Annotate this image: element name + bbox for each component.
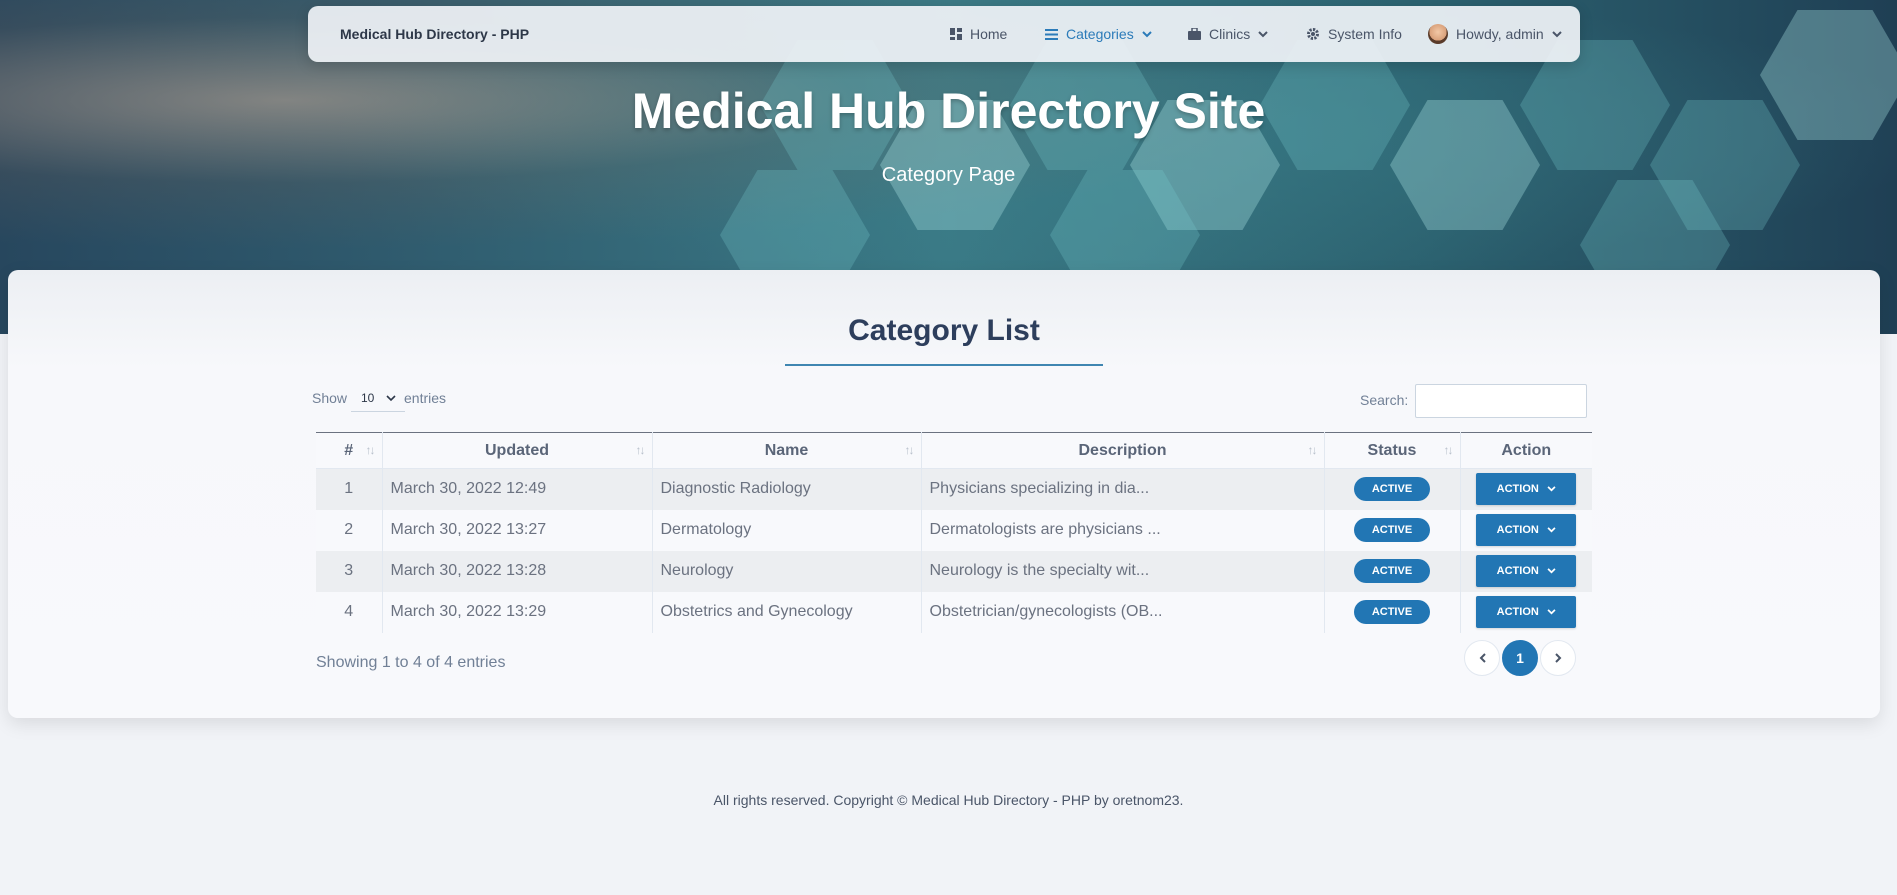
cell-description: Neurology is the specialty wit... [921, 550, 1325, 592]
cell-status: ACTIVE [1324, 550, 1461, 592]
table-info: Showing 1 to 4 of 4 entries [316, 654, 506, 671]
footer-copyright: All rights reserved. Copyright © Medical… [713, 792, 1184, 808]
search-label: Search: [1360, 392, 1409, 408]
status-badge: ACTIVE [1354, 559, 1430, 583]
next-page-button[interactable] [1540, 640, 1576, 676]
table-row: 3 March 30, 2022 13:28 Neurology Neurolo… [316, 550, 1592, 592]
list-icon [1045, 28, 1058, 40]
chevron-down-icon [1547, 606, 1556, 618]
cell-num: 2 [316, 509, 383, 551]
action-dropdown-button[interactable]: ACTION [1476, 596, 1577, 628]
category-card: Category List Show 10 entries Search: # … [8, 270, 1880, 718]
cell-action: ACTION [1460, 550, 1592, 592]
nav-categories-label: Categories [1066, 26, 1134, 42]
search-input[interactable] [1415, 384, 1587, 418]
cell-updated: March 30, 2022 12:49 [382, 468, 653, 510]
nav-categories[interactable]: Categories [1045, 24, 1152, 44]
cell-updated: March 30, 2022 13:28 [382, 550, 653, 592]
cell-num: 3 [316, 550, 383, 592]
chevron-down-icon [1141, 30, 1152, 38]
category-table: # ↑↓ Updated ↑↓ Name ↑↓ Description ↑↓ S… [316, 432, 1592, 633]
chevron-down-icon [1547, 565, 1556, 577]
cell-description: Physicians specializing in dia... [921, 468, 1325, 510]
status-badge: ACTIVE [1354, 600, 1430, 624]
prev-page-button[interactable] [1464, 640, 1500, 676]
action-dropdown-button[interactable]: ACTION [1476, 555, 1577, 587]
table-row: 1 March 30, 2022 12:49 Diagnostic Radiol… [316, 468, 1592, 510]
page-title: Category List [848, 314, 1040, 347]
cell-name: Neurology [652, 550, 922, 592]
top-navbar: Medical Hub Directory - PHP Home Categor… [308, 6, 1580, 62]
table-row: 4 March 30, 2022 13:29 Obstetrics and Gy… [316, 591, 1592, 633]
brand-link[interactable]: Medical Hub Directory - PHP [340, 26, 529, 42]
title-divider [785, 364, 1103, 366]
user-menu[interactable]: Howdy, admin [1428, 24, 1562, 44]
chevron-down-icon [1551, 30, 1562, 38]
column-header-updated[interactable]: Updated ↑↓ [382, 432, 653, 469]
chevron-left-icon [1479, 650, 1486, 666]
column-header-name[interactable]: Name ↑↓ [652, 432, 922, 469]
nav-home-label: Home [970, 26, 1008, 42]
cell-status: ACTIVE [1324, 468, 1461, 510]
cell-action: ACTION [1460, 468, 1592, 510]
sort-icon: ↑↓ [1307, 443, 1318, 457]
column-header-description[interactable]: Description ↑↓ [921, 432, 1325, 469]
page-1-button[interactable]: 1 [1502, 640, 1538, 676]
status-badge: ACTIVE [1354, 477, 1430, 502]
show-label: Show [312, 390, 348, 406]
cell-status: ACTIVE [1324, 509, 1461, 551]
hero-subtitle: Category Page [881, 164, 1016, 186]
page-length-select[interactable]: 10 [351, 384, 405, 412]
table-header-row: # ↑↓ Updated ↑↓ Name ↑↓ Description ↑↓ S… [316, 432, 1592, 469]
cell-updated: March 30, 2022 13:27 [382, 509, 653, 551]
sort-icon: ↑↓ [1443, 443, 1454, 457]
column-header-status[interactable]: Status ↑↓ [1324, 432, 1461, 469]
chevron-down-icon [1258, 30, 1268, 38]
cell-action: ACTION [1460, 509, 1592, 551]
nav-system-info-label: System Info [1328, 26, 1402, 42]
cell-action: ACTION [1460, 591, 1592, 633]
table-row: 2 March 30, 2022 13:27 Dermatology Derma… [316, 509, 1592, 551]
nav-home[interactable]: Home [950, 24, 1007, 44]
chevron-down-icon [386, 391, 396, 405]
cell-description: Dermatologists are physicians ... [921, 509, 1325, 551]
briefcase-icon [1188, 28, 1201, 40]
cell-updated: March 30, 2022 13:29 [382, 591, 653, 633]
nav-clinics-label: Clinics [1209, 26, 1251, 42]
action-dropdown-button[interactable]: ACTION [1476, 473, 1577, 506]
cell-name: Dermatology [652, 509, 922, 551]
nav-system-info[interactable]: System Info [1306, 24, 1402, 44]
sort-icon: ↑↓ [635, 443, 646, 457]
sort-icon: ↑↓ [365, 443, 376, 457]
column-header-action: Action [1460, 432, 1592, 469]
user-menu-label: Howdy, admin [1456, 26, 1544, 42]
gear-icon [1306, 27, 1320, 41]
cell-num: 1 [316, 468, 383, 510]
chevron-down-icon [1547, 524, 1556, 536]
cell-num: 4 [316, 591, 383, 633]
column-header-num[interactable]: # ↑↓ [316, 432, 383, 469]
status-badge: ACTIVE [1354, 518, 1430, 542]
chevron-right-icon [1554, 650, 1562, 666]
entries-label: entries [404, 390, 447, 406]
nav-clinics[interactable]: Clinics [1188, 24, 1268, 44]
cell-name: Obstetrics and Gynecology [652, 591, 922, 633]
avatar [1428, 24, 1448, 44]
hero-title: Medical Hub Directory Site [631, 83, 1266, 139]
cell-status: ACTIVE [1324, 591, 1461, 633]
cell-description: Obstetrician/gynecologists (OB... [921, 591, 1325, 633]
dashboard-icon [950, 28, 962, 40]
action-dropdown-button[interactable]: ACTION [1476, 514, 1577, 546]
sort-icon: ↑↓ [904, 443, 915, 457]
chevron-down-icon [1547, 483, 1556, 495]
cell-name: Diagnostic Radiology [652, 468, 922, 510]
page-length-value: 10 [361, 390, 375, 405]
